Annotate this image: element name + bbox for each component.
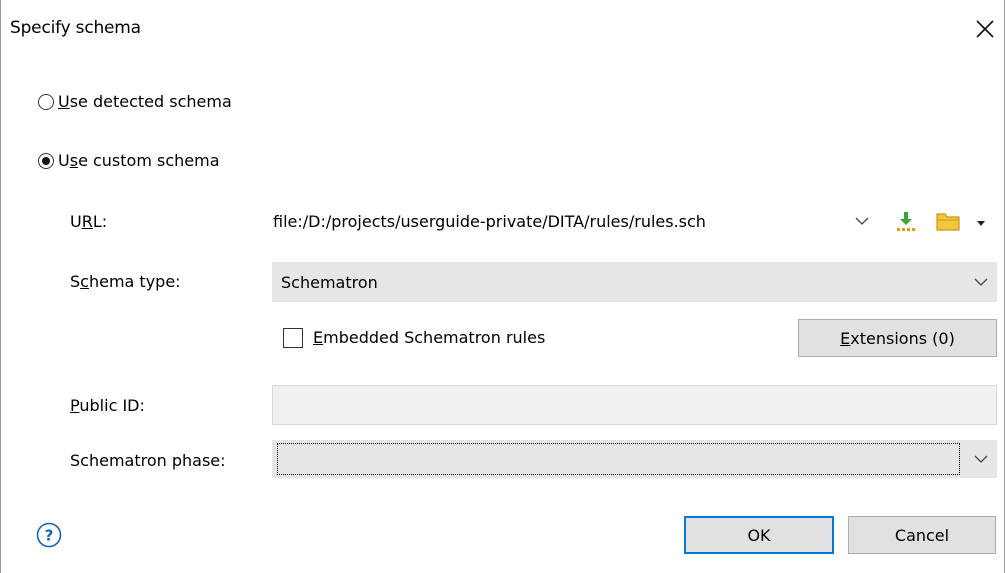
chevron-down-icon[interactable]	[847, 216, 877, 226]
radio-checked-icon[interactable]	[38, 152, 54, 169]
help-icon[interactable]: ?	[36, 522, 62, 548]
dialog-title: Specify schema	[10, 18, 141, 38]
use-custom-schema-label: Use custom schema	[58, 151, 220, 170]
cancel-button[interactable]: Cancel	[848, 516, 996, 554]
radio-unchecked-icon[interactable]	[38, 93, 54, 110]
url-value[interactable]: file:/D:/projects/userguide-private/DITA…	[267, 212, 847, 231]
extensions-button-label: Extensions (0)	[840, 328, 955, 348]
schema-type-select[interactable]: Schematron	[272, 262, 997, 302]
dialog-left-border	[0, 0, 1, 573]
url-combobox[interactable]: file:/D:/projects/userguide-private/DITA…	[266, 201, 878, 241]
svg-text:?: ?	[45, 527, 54, 545]
use-detected-schema-radio[interactable]: Use detected schema	[38, 92, 232, 111]
embedded-schematron-rules-label: Embedded Schematron rules	[313, 328, 546, 347]
close-icon[interactable]	[968, 12, 1002, 46]
public-id-label: Public ID:	[70, 396, 145, 415]
schematron-phase-label: Schematron phase:	[70, 451, 226, 470]
url-label: URL:	[70, 212, 108, 231]
insert-editor-variable-icon[interactable]	[894, 209, 918, 233]
chevron-down-icon[interactable]	[966, 277, 996, 287]
public-id-field[interactable]	[272, 385, 997, 425]
specify-schema-dialog: Specify schema Use detected schema Use c…	[0, 0, 1005, 573]
folder-icon[interactable]	[935, 209, 963, 233]
chevron-down-icon[interactable]	[966, 454, 996, 464]
use-detected-schema-label: Use detected schema	[58, 92, 232, 111]
ok-button[interactable]: OK	[684, 516, 834, 554]
ok-button-label: OK	[747, 525, 771, 545]
extensions-button[interactable]: Extensions (0)	[798, 319, 997, 357]
browse-dropdown-arrow-icon[interactable]	[975, 214, 987, 226]
schema-type-value: Schematron	[281, 272, 378, 292]
schema-type-label: Schema type:	[70, 272, 181, 291]
focus-indicator	[277, 443, 960, 475]
cancel-button-label: Cancel	[894, 525, 950, 545]
use-custom-schema-radio[interactable]: Use custom schema	[38, 151, 220, 170]
embedded-schematron-rules-checkbox[interactable]	[283, 328, 303, 348]
